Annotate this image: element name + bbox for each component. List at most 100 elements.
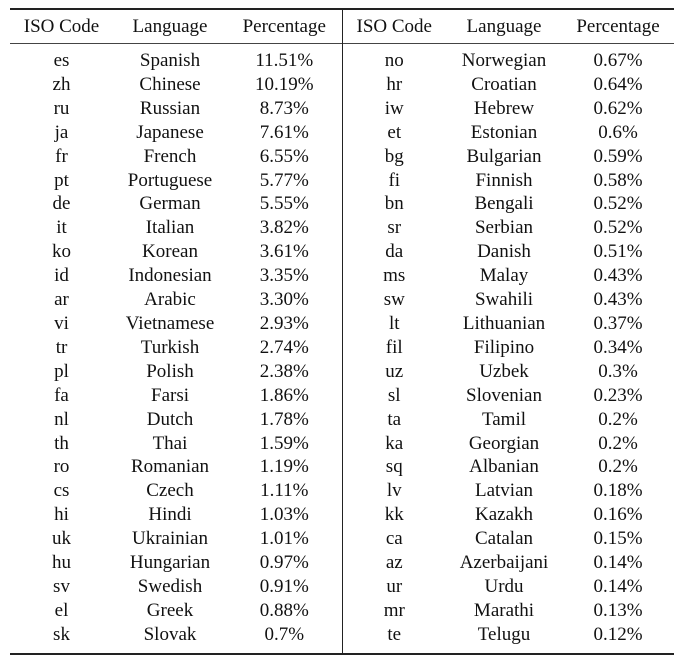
left-iso-code-cell: ko bbox=[52, 241, 71, 263]
right-percentage-cell: 0.52% bbox=[593, 193, 643, 215]
right-iso-code-cell: kk bbox=[384, 504, 404, 526]
right-iso-code-cell: ur bbox=[386, 575, 403, 597]
right-iso-code-cell: ca bbox=[385, 528, 403, 550]
left-iso-code-cell: es bbox=[53, 50, 70, 71]
left-iso-code-cell: it bbox=[56, 217, 67, 239]
right-percentage-cell: 0.34% bbox=[593, 336, 643, 358]
right-language-cell: Lithuanian bbox=[462, 312, 546, 334]
right-iso-code-cell: az bbox=[385, 552, 403, 574]
left-language-cell: Czech bbox=[146, 480, 194, 502]
right-percentage-cell: 0.14% bbox=[593, 552, 643, 574]
right-percentage-cell: 0.43% bbox=[593, 289, 643, 311]
left-percentage-cell: 1.11% bbox=[227, 479, 343, 504]
table-row: cs Czech 1.11% lv Latvian 0.18% bbox=[10, 479, 674, 504]
left-language-cell: Romanian bbox=[130, 456, 210, 478]
left-percentage-cell: 1.86% bbox=[227, 383, 343, 408]
left-percentage-cell: 11.51% bbox=[227, 43, 343, 73]
table-row: fr French 6.55% bg Bulgarian 0.59% bbox=[10, 144, 674, 169]
table-body: es Spanish 11.51% no Norwegian 0.67% zh Chinese… bbox=[10, 43, 674, 654]
table-row: ko Korean 3.61% da Danish 0.51% bbox=[10, 240, 674, 265]
table-row: sv Swedish 0.91% ur Urdu 0.14% bbox=[10, 574, 674, 599]
left-iso-code-cell: nl bbox=[54, 408, 69, 430]
table-row: ro Romanian 1.19% sq Albanian 0.2% bbox=[10, 455, 674, 480]
right-iso-code-cell: bg bbox=[384, 145, 404, 167]
right-language-cell: Urdu bbox=[484, 575, 524, 597]
right-iso-code-cell: lt bbox=[388, 312, 400, 334]
right-iso-code-cell: da bbox=[385, 241, 404, 263]
left-iso-code-cell: uk bbox=[52, 528, 71, 550]
right-percentage-cell: 0.37% bbox=[593, 312, 643, 334]
left-iso-code-cell: ro bbox=[53, 456, 70, 478]
left-language-cell: Indonesian bbox=[128, 265, 212, 287]
right-iso-code-cell: sl bbox=[387, 384, 401, 406]
right-language-cell: Hebrew bbox=[473, 97, 535, 119]
right-language-cell: Azerbaijani bbox=[459, 552, 549, 574]
left-percentage-cell: 7.61% bbox=[227, 120, 343, 145]
table-row: ja Japanese 7.61% et Estonian 0.6% bbox=[10, 120, 674, 145]
right-language-cell: Telugu bbox=[477, 623, 531, 645]
left-percentage-cell: 0.88% bbox=[227, 598, 343, 623]
header-row: ISO Code Language Percentage ISO Code La… bbox=[10, 9, 674, 44]
right-iso-code-cell: ta bbox=[387, 408, 402, 430]
right-percentage-cell: 0.67% bbox=[593, 50, 643, 71]
right-language-cell: Uzbek bbox=[479, 360, 529, 382]
right-percentage-cell: 0.18% bbox=[593, 480, 643, 502]
left-language-cell: French bbox=[143, 145, 197, 167]
left-percentage-cell: 2.38% bbox=[227, 359, 343, 384]
right-iso-code-cell: sr bbox=[387, 217, 402, 239]
left-percentage-cell: 1.19% bbox=[227, 455, 343, 480]
right-language-cell: Swahili bbox=[474, 289, 534, 311]
right-iso-code-cell: bn bbox=[384, 193, 404, 215]
table-header: ISO Code Language Percentage ISO Code La… bbox=[10, 9, 674, 44]
right-percentage-cell: 0.14% bbox=[593, 575, 643, 597]
right-language-cell: Slovenian bbox=[466, 384, 542, 406]
right-percentage-cell: 0.64% bbox=[593, 73, 643, 95]
left-iso-code-cell: fa bbox=[54, 384, 69, 406]
right-percentage-cell: 0.23% bbox=[593, 384, 643, 406]
left-percentage-cell: 1.03% bbox=[227, 503, 343, 528]
left-percentage-cell: 1.01% bbox=[227, 527, 343, 552]
header-percentage-left: Percentage bbox=[227, 9, 343, 44]
right-iso-code-cell: hr bbox=[386, 73, 403, 95]
left-iso-code-cell: ru bbox=[53, 97, 70, 119]
right-percentage-cell: 0.2% bbox=[598, 408, 638, 430]
left-percentage-cell: 2.93% bbox=[227, 311, 343, 336]
table-row: es Spanish 11.51% no Norwegian 0.67% bbox=[10, 43, 674, 73]
left-language-cell: Hungarian bbox=[129, 552, 211, 574]
right-iso-code-cell: sq bbox=[385, 456, 403, 478]
language-distribution-table: ISO Code Language Percentage ISO Code La… bbox=[10, 8, 674, 655]
right-iso-code-cell: et bbox=[387, 121, 402, 143]
table-row: pt Portuguese 5.77% fi Finnish 0.58% bbox=[10, 168, 674, 193]
right-language-cell: Danish bbox=[477, 241, 531, 263]
left-percentage-cell: 3.61% bbox=[227, 240, 343, 265]
left-language-cell: German bbox=[139, 193, 201, 215]
left-language-cell: Japanese bbox=[136, 121, 204, 143]
table-row: nl Dutch 1.78% ta Tamil 0.2% bbox=[10, 407, 674, 432]
right-iso-code-cell: mr bbox=[383, 599, 405, 621]
left-iso-code-cell: zh bbox=[52, 73, 71, 95]
left-language-cell: Arabic bbox=[144, 289, 196, 311]
left-iso-code-cell: cs bbox=[53, 480, 70, 502]
right-language-cell: Malay bbox=[479, 265, 529, 287]
left-percentage-cell: 0.7% bbox=[227, 622, 343, 654]
right-percentage-cell: 0.16% bbox=[593, 504, 643, 526]
left-iso-code-cell: vi bbox=[54, 312, 69, 334]
table-row: ru Russian 8.73% iw Hebrew 0.62% bbox=[10, 96, 674, 121]
right-percentage-cell: 0.15% bbox=[593, 528, 643, 550]
left-percentage-cell: 3.30% bbox=[227, 288, 343, 312]
right-percentage-cell: 0.12% bbox=[593, 623, 643, 645]
right-iso-code-cell: no bbox=[384, 50, 404, 71]
right-language-cell: Tamil bbox=[481, 408, 527, 430]
right-language-cell: Georgian bbox=[468, 432, 540, 454]
left-iso-code-cell: id bbox=[54, 265, 69, 287]
right-iso-code-cell: iw bbox=[384, 97, 404, 119]
left-percentage-cell: 5.77% bbox=[227, 168, 343, 193]
right-iso-code-cell: sw bbox=[383, 289, 405, 311]
right-iso-code-cell: te bbox=[387, 623, 402, 645]
left-language-cell: Greek bbox=[146, 599, 194, 621]
right-language-cell: Marathi bbox=[473, 599, 535, 621]
left-percentage-cell: 1.78% bbox=[227, 407, 343, 432]
right-language-cell: Croatian bbox=[471, 73, 537, 95]
left-percentage-cell: 1.59% bbox=[227, 431, 343, 456]
left-language-cell: Polish bbox=[146, 360, 194, 382]
